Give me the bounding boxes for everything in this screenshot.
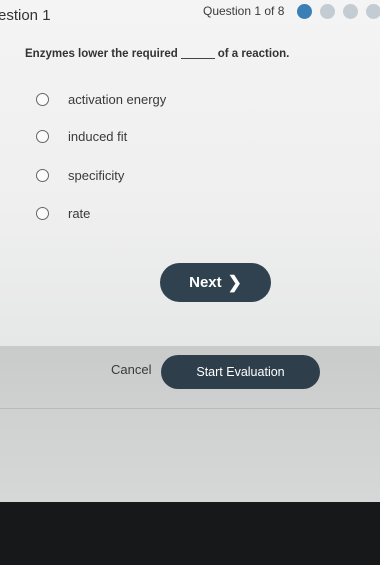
next-button[interactable]: Next ❯: [160, 263, 271, 302]
radio-button[interactable]: [36, 169, 49, 182]
divider: [0, 408, 380, 409]
progress-dot-current[interactable]: [297, 4, 312, 19]
radio-button[interactable]: [36, 207, 49, 220]
page-title: estion 1: [0, 7, 51, 24]
option-label: rate: [68, 206, 91, 221]
quiz-panel: estion 1 Question 1 of 8 Enzymes lower t…: [0, 0, 380, 346]
next-button-label: Next: [189, 274, 222, 291]
question-counter: Question 1 of 8: [203, 4, 285, 18]
question-text-after: of a reaction.: [217, 48, 290, 60]
option-specificity[interactable]: specificity: [36, 168, 124, 183]
dialog-overlay: Cancel Start Evaluation: [0, 346, 380, 502]
radio-button[interactable]: [36, 130, 49, 143]
progress-dot[interactable]: [366, 4, 380, 19]
progress-dot[interactable]: [320, 4, 335, 19]
option-label: induced fit: [68, 129, 128, 144]
radio-button[interactable]: [36, 93, 49, 106]
question-text: Enzymes lower the required of a reaction.: [25, 48, 289, 60]
question-text-before: Enzymes lower the required: [25, 48, 178, 60]
option-rate[interactable]: rate: [36, 206, 90, 221]
option-activation-energy[interactable]: activation energy: [36, 92, 166, 107]
answer-blank: [180, 58, 215, 59]
option-induced-fit[interactable]: induced fit: [36, 129, 127, 144]
progress-dot[interactable]: [343, 4, 358, 19]
bottom-bar: [0, 502, 380, 565]
chevron-right-icon: ❯: [227, 272, 242, 292]
progress-dots: [297, 4, 380, 19]
option-label: activation energy: [68, 92, 167, 107]
option-label: specificity: [68, 168, 125, 183]
cancel-button[interactable]: Cancel: [111, 362, 151, 377]
start-evaluation-button[interactable]: Start Evaluation: [161, 355, 320, 389]
